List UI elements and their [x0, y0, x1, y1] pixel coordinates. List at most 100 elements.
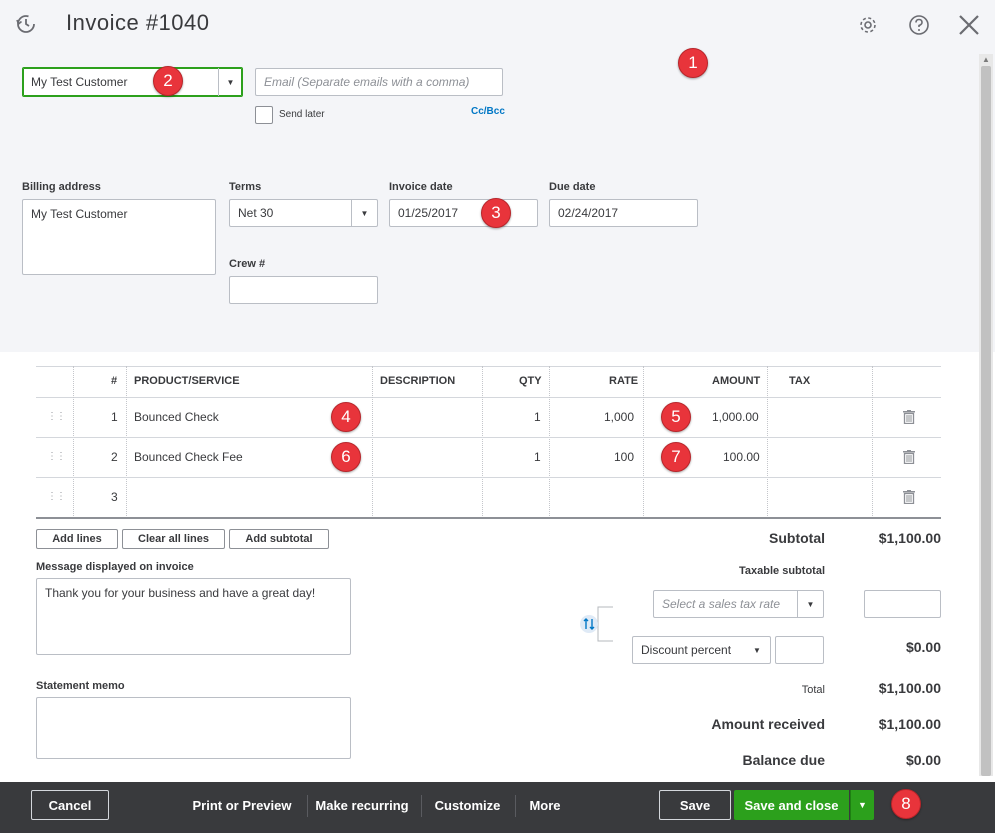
row-rate[interactable]: 100 — [614, 450, 634, 464]
billing-address-value: My Test Customer — [31, 207, 128, 221]
sales-tax-placeholder: Select a sales tax rate — [662, 597, 781, 611]
col-header-amount: AMOUNT — [712, 375, 761, 387]
more-button[interactable]: More — [523, 790, 567, 820]
chevron-down-icon[interactable]: ▼ — [744, 637, 770, 663]
add-lines-button[interactable]: Add lines — [36, 529, 118, 549]
annotation-badge: 2 — [153, 66, 183, 96]
ccbcc-link[interactable]: Cc/Bcc — [471, 106, 505, 117]
scroll-up-icon[interactable]: ▲ — [979, 54, 993, 66]
col-divider — [643, 366, 644, 518]
sales-tax-rate-select[interactable]: Select a sales tax rate ▼ — [653, 590, 824, 618]
discount-type-value: Discount percent — [641, 643, 732, 657]
trash-icon[interactable] — [903, 490, 915, 505]
table-header-border — [36, 397, 941, 398]
message-field[interactable]: Thank you for your business and have a g… — [36, 578, 351, 655]
col-divider — [482, 366, 483, 518]
make-recurring-button[interactable]: Make recurring — [313, 790, 411, 820]
help-icon[interactable] — [906, 12, 932, 38]
annotation-badge: 8 — [891, 789, 921, 819]
row-divider — [36, 477, 941, 478]
customize-button[interactable]: Customize — [430, 790, 505, 820]
col-header-num: # — [111, 375, 118, 387]
chevron-down-icon[interactable]: ▼ — [218, 68, 242, 96]
trash-icon[interactable] — [903, 450, 915, 465]
clear-all-lines-button[interactable]: Clear all lines — [122, 529, 225, 549]
col-header-description: DESCRIPTION — [380, 375, 456, 387]
total-label: Total — [801, 684, 825, 696]
due-date-value: 02/24/2017 — [558, 206, 619, 220]
balance-due-value: $0.00 — [905, 752, 941, 768]
gear-icon[interactable] — [855, 12, 881, 38]
close-icon[interactable] — [956, 12, 982, 38]
customer-value: My Test Customer — [31, 75, 128, 89]
annotation-badge: 6 — [331, 442, 361, 472]
row-qty[interactable]: 1 — [534, 450, 541, 464]
col-divider — [372, 366, 373, 518]
table-bottom-border — [36, 517, 941, 519]
cancel-button[interactable]: Cancel — [31, 790, 109, 820]
billing-address-label: Billing address — [22, 181, 101, 193]
crew-field[interactable] — [229, 276, 378, 304]
amount-received-value: $1,100.00 — [878, 716, 941, 732]
taxable-subtotal-label: Taxable subtotal — [739, 565, 825, 577]
row-qty[interactable]: 1 — [534, 410, 541, 424]
memo-field[interactable] — [36, 697, 351, 759]
invoice-date-field[interactable]: 01/25/2017 — [389, 199, 538, 227]
discount-value: $0.00 — [905, 639, 941, 655]
scrollbar-thumb[interactable] — [981, 66, 991, 776]
drag-handle-icon[interactable]: ⋮⋮ — [47, 411, 66, 422]
due-date-label: Due date — [549, 181, 596, 193]
col-divider — [767, 366, 768, 518]
billing-address-field[interactable]: My Test Customer — [22, 199, 216, 275]
crew-label: Crew # — [229, 258, 266, 270]
send-later-label: Send later — [279, 109, 325, 120]
discount-amount-field[interactable] — [775, 636, 824, 664]
email-field[interactable]: Email (Separate emails with a comma) — [255, 68, 503, 96]
row-number: 1 — [111, 410, 118, 424]
history-icon[interactable] — [14, 12, 38, 41]
footer-separator — [515, 795, 516, 817]
due-date-field[interactable]: 02/24/2017 — [549, 199, 698, 227]
save-and-close-button[interactable]: Save and close — [734, 790, 849, 820]
message-value: Thank you for your business and have a g… — [45, 586, 316, 600]
col-header-product: PRODUCT/SERVICE — [134, 375, 240, 387]
footer-separator — [307, 795, 308, 817]
trash-icon[interactable] — [903, 410, 915, 425]
row-number: 2 — [111, 450, 118, 464]
email-placeholder: Email (Separate emails with a comma) — [264, 75, 470, 89]
page-title: Invoice #1040 — [66, 10, 210, 35]
terms-select[interactable]: Net 30 ▼ — [229, 199, 378, 227]
chevron-down-icon[interactable]: ▼ — [351, 200, 377, 226]
col-header-tax: TAX — [789, 375, 811, 387]
tax-amount-field[interactable] — [864, 590, 941, 618]
terms-label: Terms — [229, 181, 262, 193]
print-preview-button[interactable]: Print or Preview — [188, 790, 296, 820]
row-product[interactable]: Bounced Check Fee — [134, 450, 243, 464]
col-divider — [126, 366, 127, 518]
swap-arrows-icon[interactable] — [585, 617, 599, 631]
subtotal-value: $1,100.00 — [878, 530, 941, 546]
row-product[interactable]: Bounced Check — [134, 410, 219, 424]
col-divider — [872, 366, 873, 518]
amount-received-label: Amount received — [711, 716, 825, 732]
subtotal-label: Subtotal — [769, 530, 825, 546]
table-top-border — [36, 366, 941, 367]
invoice-form-header-area — [0, 0, 995, 352]
save-options-chevron-icon[interactable]: ▼ — [850, 790, 874, 820]
add-subtotal-button[interactable]: Add subtotal — [229, 529, 329, 549]
invoice-date-label: Invoice date — [389, 181, 453, 193]
customer-select[interactable]: My Test Customer ▼ — [22, 67, 243, 97]
invoice-date-value: 01/25/2017 — [398, 206, 459, 220]
col-header-qty: QTY — [519, 375, 542, 387]
balance-due-label: Balance due — [742, 752, 825, 768]
drag-handle-icon[interactable]: ⋮⋮ — [47, 491, 66, 502]
row-amount[interactable]: 100.00 — [723, 450, 760, 464]
send-later-checkbox[interactable] — [255, 106, 273, 124]
drag-handle-icon[interactable]: ⋮⋮ — [47, 451, 66, 462]
row-amount[interactable]: 1,000.00 — [712, 410, 759, 424]
col-divider — [73, 366, 74, 518]
chevron-down-icon[interactable]: ▼ — [797, 591, 823, 617]
row-rate[interactable]: 1,000 — [604, 410, 634, 424]
save-button[interactable]: Save — [659, 790, 731, 820]
discount-type-select[interactable]: Discount percent ▼ — [632, 636, 771, 664]
